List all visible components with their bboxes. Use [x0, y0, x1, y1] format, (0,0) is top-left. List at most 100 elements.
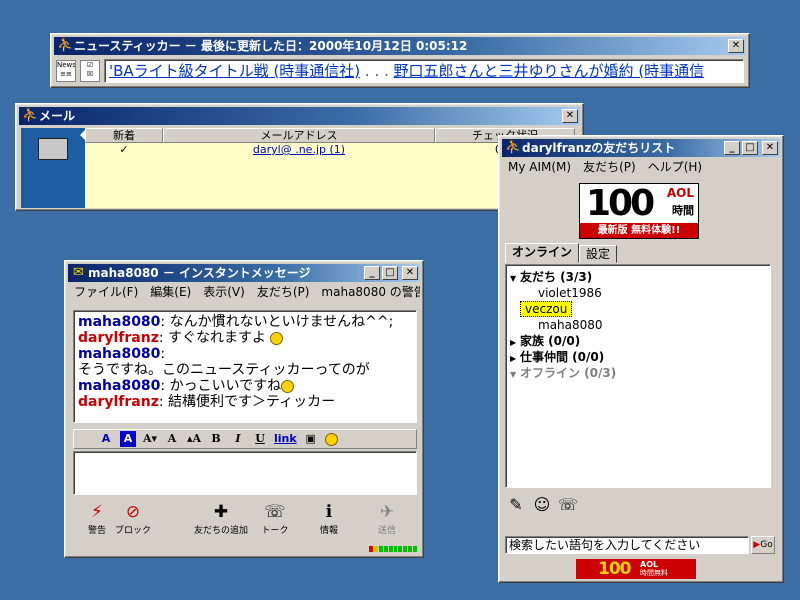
buddy-tabs: オンライン 設定: [505, 243, 618, 263]
group-family[interactable]: ▶ 家族 (0/0): [510, 333, 580, 349]
minimize-button[interactable]: _: [724, 141, 740, 155]
conversation-log[interactable]: maha8080: なんか慣れないといけませんね^^; darylfranz: …: [73, 310, 417, 423]
search-input[interactable]: 検索したい語句を入力してください: [505, 536, 749, 554]
chat-icon[interactable]: ☺: [531, 494, 553, 516]
instant-message-window: ✉ maha8080 － インスタントメッセージ _ □ ✕ ファイル(F) 編…: [64, 260, 424, 558]
font-normal-button[interactable]: A: [164, 431, 180, 447]
menu-buddies[interactable]: 友だち(P): [251, 283, 316, 301]
aol-banner-ad[interactable]: 100 AOL 時間無料: [576, 559, 696, 579]
menu-edit[interactable]: 編集(E): [144, 283, 197, 301]
im-menu-bar: ファイル(F) 編集(E) 表示(V) 友だち(P) maha8080 の警告レ…: [68, 283, 420, 301]
tab-settings[interactable]: 設定: [579, 245, 618, 263]
mail-title: メール: [39, 109, 76, 123]
add-buddy-button[interactable]: ✚ 友だちの追加: [185, 501, 257, 541]
block-button[interactable]: ⊘ ブロック: [109, 501, 157, 541]
sender-name: maha8080: [78, 314, 161, 330]
headline-link[interactable]: 'BAライト級タイトル戦 (時事通信社): [109, 62, 360, 80]
info-button[interactable]: ℹ 情報: [305, 501, 353, 541]
sender-name: maha8080: [78, 378, 161, 394]
aim-running-man-icon: ⛹: [505, 140, 522, 155]
ticker-title-bar[interactable]: ⛹ ニュースティッカー － 最後に更新した日：2000年10月12日 0:05:…: [54, 37, 746, 55]
send-icon: ✈: [379, 502, 395, 522]
menu-my-aim[interactable]: My AIM(M): [502, 158, 577, 176]
mail-title-bar[interactable]: ⛹ メール ✕: [19, 107, 580, 125]
buddy-item-selected[interactable]: veczou: [520, 301, 573, 317]
sender-name: maha8080: [78, 346, 161, 362]
buddy-tree: ▼ 友だち (3/3) violet1986 veczou maha8080 ▶ 家…: [505, 264, 771, 488]
format-toolbar: A A A▾ A ▴A B I U link ▣: [73, 429, 417, 449]
ticker-title: ニュースティッカー － 最後に更新した日：2000年10月12日 0:05:12: [74, 39, 468, 53]
buddy-list-window: ⛹ darylfranzの友だちリスト _ □ ✕ My AIM(M) 友だち(…: [498, 135, 784, 583]
message-input[interactable]: [73, 451, 417, 495]
group-offline[interactable]: ▼ オフライン (0/3): [510, 365, 616, 381]
talk-button[interactable]: ☏ トーク: [251, 501, 299, 541]
buddy-item[interactable]: maha8080: [538, 317, 603, 333]
cool-smiley-icon: [281, 379, 295, 393]
message-text: : なんか慣れないといけませんね^^;: [160, 314, 394, 330]
sender-name: darylfranz: [78, 394, 159, 410]
close-button[interactable]: ✕: [762, 141, 778, 155]
maximize-button[interactable]: □: [742, 141, 758, 155]
minimize-button[interactable]: _: [364, 266, 380, 280]
news-headline-strip[interactable]: 'BAライト級タイトル戦 (時事通信社) . . . 野口五郎さんと三井ゆりさん…: [104, 59, 744, 83]
im-icon[interactable]: ✎: [505, 494, 527, 516]
italic-button[interactable]: I: [230, 431, 246, 447]
aim-running-man-icon: ⛹: [57, 38, 74, 53]
headline-separator: . . .: [360, 62, 394, 80]
close-button[interactable]: ✕: [728, 39, 744, 53]
insert-image-icon[interactable]: ▣: [303, 431, 319, 447]
news-ticker-window: ⛹ ニュースティッカー － 最後に更新した日：2000年10月12日 0:05:…: [50, 33, 750, 88]
collapsed-triangle-icon: ▼: [510, 370, 517, 379]
headline-link[interactable]: 野口五郎さんと三井ゆりさんが婚約 (時事通信: [394, 62, 705, 80]
add-buddy-icon: ✚: [213, 502, 229, 522]
menu-help[interactable]: ヘルプ(H): [642, 158, 708, 176]
expand-triangle-icon: ▼: [510, 274, 517, 283]
im-title: maha8080 － インスタントメッセージ: [88, 266, 311, 280]
underline-button[interactable]: U: [252, 431, 268, 447]
im-icon: ✉: [73, 265, 84, 280]
maximize-button[interactable]: □: [382, 266, 398, 280]
settings-list-icon[interactable]: ☑ ☒: [80, 60, 100, 82]
mailbox-panel: [21, 128, 87, 208]
new-check: ✓: [119, 143, 129, 156]
bold-button[interactable]: B: [208, 431, 224, 447]
buddy-action-icons: ✎ ☺ ☏: [505, 494, 579, 516]
text-color-button[interactable]: A: [98, 431, 114, 447]
message-text: : すぐなれますよ: [158, 330, 267, 346]
talk-icon[interactable]: ☏: [557, 494, 579, 516]
close-button[interactable]: ✕: [402, 266, 418, 280]
message-line: maha8080: なんか慣れないといけませんね^^;: [78, 314, 412, 330]
send-button[interactable]: ✈ 送信: [363, 501, 411, 541]
news-icon[interactable]: News ≡≡: [56, 60, 76, 82]
close-button[interactable]: ✕: [562, 109, 578, 123]
message-line: darylfranz: すぐなれますよ: [78, 330, 412, 346]
insert-link-button[interactable]: link: [274, 431, 297, 447]
aol-100-hours-ad[interactable]: 100 AOL 時間 最新版 無料体験!!: [579, 183, 699, 239]
font-smaller-button[interactable]: A▾: [142, 431, 158, 447]
message-line: maha8080: かっこいいですね: [78, 378, 412, 394]
background-color-button[interactable]: A: [120, 431, 136, 447]
menu-file[interactable]: ファイル(F): [68, 283, 144, 301]
smiley-picker-icon[interactable]: [324, 432, 338, 446]
menu-view[interactable]: 表示(V): [197, 283, 251, 301]
sender-name: darylfranz: [78, 330, 159, 346]
col-new[interactable]: 新着: [85, 128, 163, 143]
im-title-bar[interactable]: ✉ maha8080 － インスタントメッセージ _ □ ✕: [68, 264, 420, 282]
talk-icon: ☏: [264, 502, 286, 522]
group-coworkers[interactable]: ▶ 仕事仲間 (0/0): [510, 349, 604, 365]
menu-buddies[interactable]: 友だち(P): [577, 158, 642, 176]
message-text: そうですね。このニュースティッカーってのが: [78, 362, 370, 378]
go-button[interactable]: ▶Go: [751, 536, 775, 554]
message-text: : かっこいいですね: [160, 378, 282, 394]
menu-warning-level[interactable]: maha8080 の警告レベ: [315, 283, 420, 301]
buddy-item[interactable]: violet1986: [538, 285, 602, 301]
col-address[interactable]: メールアドレス: [163, 128, 435, 143]
warning-level-meter: [369, 546, 418, 552]
mailbox-icon[interactable]: [38, 138, 68, 160]
tab-online[interactable]: オンライン: [505, 243, 580, 263]
font-larger-button[interactable]: ▴A: [186, 431, 202, 447]
group-friends[interactable]: ▼ 友だち (3/3): [510, 269, 592, 285]
buddy-title-bar[interactable]: ⛹ darylfranzの友だちリスト _ □ ✕: [502, 139, 780, 157]
message-text: :: [160, 346, 166, 362]
mail-address-link[interactable]: daryl@ .ne.jp (1): [163, 143, 435, 157]
